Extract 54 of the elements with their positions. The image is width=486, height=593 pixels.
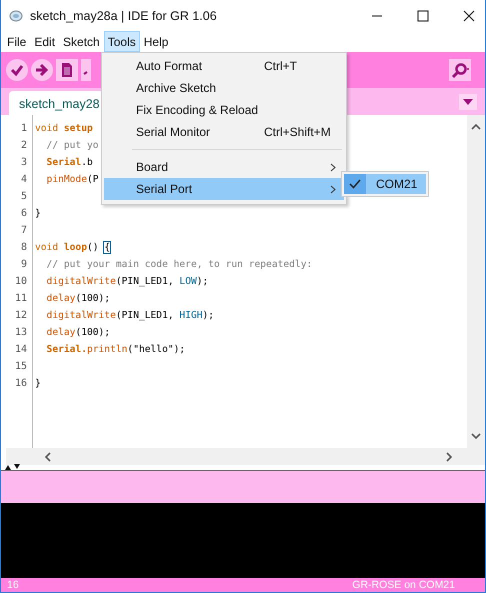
close-icon[interactable] bbox=[463, 10, 475, 22]
scroll-right-icon[interactable] bbox=[445, 452, 453, 462]
line-number: 13 bbox=[14, 326, 27, 340]
code-line: void loop() { bbox=[35, 242, 110, 253]
line-number: 8 bbox=[20, 241, 27, 255]
menu-item[interactable]: Sketch bbox=[59, 31, 104, 52]
menu-item[interactable]: Edit bbox=[30, 31, 60, 52]
serial-monitor-button[interactable] bbox=[449, 59, 471, 81]
maximize-icon[interactable] bbox=[417, 10, 429, 22]
menu-item[interactable]: File bbox=[3, 31, 30, 52]
code-line: Serial.b bbox=[46, 157, 93, 168]
upload-button[interactable] bbox=[31, 59, 53, 81]
code-line: Serial.println("hello"); bbox=[46, 344, 186, 355]
code-line: digitalWrite(PIN_LED1, HIGH); bbox=[46, 310, 214, 321]
code-line: // put your main code here, to run repeatedly: bbox=[46, 259, 312, 270]
code-line: } bbox=[35, 378, 41, 389]
line-number: 2 bbox=[20, 139, 27, 153]
code-line: delay(100); bbox=[46, 327, 110, 338]
open-button[interactable] bbox=[81, 59, 91, 81]
new-file-button[interactable] bbox=[56, 59, 78, 81]
menu-item[interactable]: Tools bbox=[104, 31, 140, 52]
app-icon bbox=[9, 10, 23, 22]
code-line: // put yo bbox=[46, 140, 99, 151]
line-number: 10 bbox=[14, 275, 27, 289]
code-line: void setup bbox=[35, 123, 93, 134]
line-number: 4 bbox=[20, 173, 27, 187]
window-title: sketch_may28a | IDE for GR 1.06 bbox=[30, 8, 217, 22]
code-line: pinMode(P bbox=[46, 174, 99, 185]
scroll-down-icon[interactable] bbox=[471, 432, 481, 440]
line-number: 3 bbox=[20, 156, 27, 170]
menu-entry[interactable]: Serial Port bbox=[104, 178, 344, 200]
line-number: 9 bbox=[20, 258, 27, 272]
tab-menu-button[interactable] bbox=[459, 94, 477, 110]
line-number: 6 bbox=[20, 207, 27, 221]
menu-entry[interactable]: Serial Monitor Ctrl+Shift+M bbox=[104, 121, 344, 143]
line-number: 1 bbox=[20, 122, 27, 136]
line-number: 16 bbox=[14, 377, 27, 391]
code-line: } bbox=[35, 208, 41, 219]
scroll-left-icon[interactable] bbox=[44, 452, 52, 462]
code-line: digitalWrite(PIN_LED1, LOW); bbox=[46, 276, 208, 287]
line-number: 5 bbox=[20, 190, 27, 204]
code-line: delay(100); bbox=[46, 293, 110, 304]
line-number: 14 bbox=[14, 343, 27, 357]
line-number: 12 bbox=[14, 309, 27, 323]
board-port-label: GR-ROSE on COM21 bbox=[352, 579, 455, 591]
menu-entry[interactable]: COM21 bbox=[344, 174, 426, 194]
scroll-up-icon[interactable] bbox=[471, 123, 481, 131]
menu-item[interactable]: Help bbox=[140, 31, 172, 52]
verify-button[interactable] bbox=[6, 59, 28, 81]
line-number: 7 bbox=[20, 224, 27, 238]
line-indicator: 16 bbox=[7, 579, 19, 591]
line-number: 11 bbox=[14, 292, 27, 306]
line-number: 15 bbox=[14, 360, 27, 374]
menu-entry[interactable]: Board bbox=[104, 156, 344, 178]
